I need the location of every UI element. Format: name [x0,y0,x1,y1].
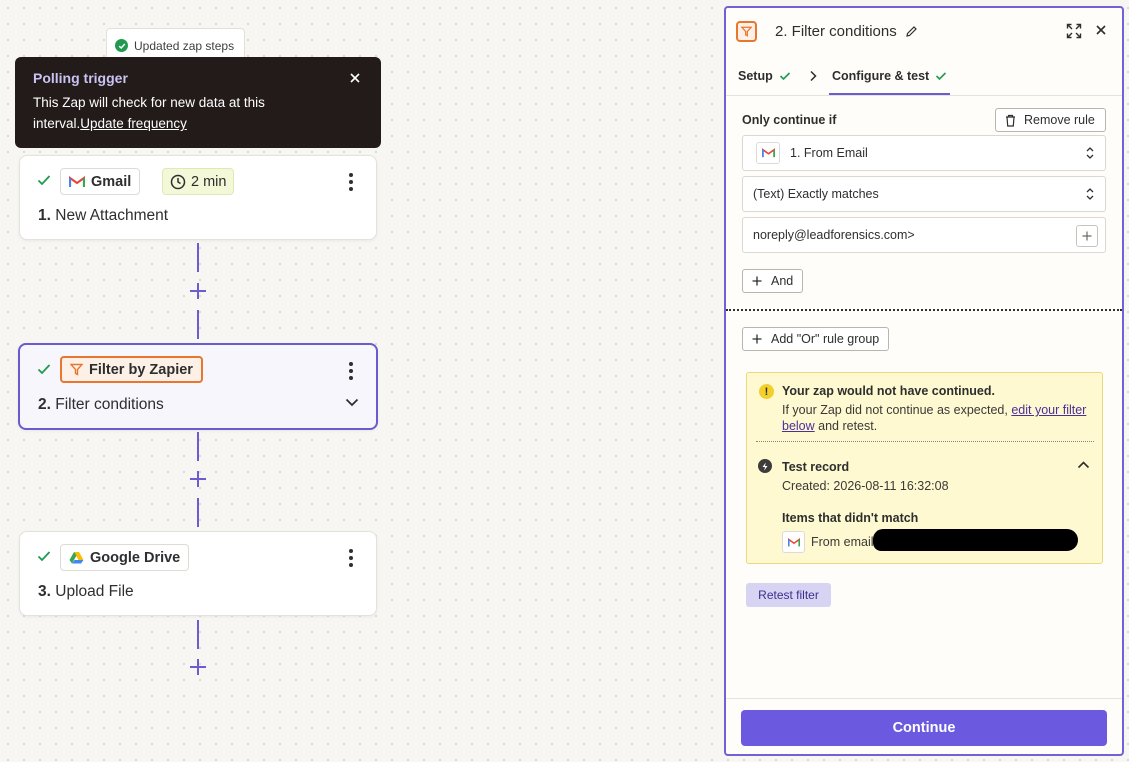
google-drive-app-chip: Google Drive [60,544,190,571]
plus-icon [1082,231,1092,241]
active-tab-indicator [829,93,950,95]
panel-header: 2. Filter conditions [726,8,1122,56]
filter-result-warning: ! Your zap would not have continued. If … [746,372,1103,564]
more-options-icon[interactable] [346,361,356,381]
gmail-app-chip: Gmail [60,168,141,195]
select-arrows-icon [1086,188,1094,200]
check-circle-icon [115,39,128,52]
lightning-icon [758,459,772,473]
test-record-title: Test record [782,460,850,474]
gmail-icon [69,175,85,187]
unmatched-item: From email [782,531,874,553]
polling-interval-chip[interactable]: 2 min [162,168,235,195]
close-icon[interactable] [1095,24,1107,36]
button-label: Add "Or" rule group [771,332,880,346]
warning-title: Your zap would not have continued. [782,384,995,398]
warning-text: If your Zap did not continue as expected… [782,403,1087,433]
pencil-icon[interactable] [905,25,918,38]
tab-configure-test[interactable]: Configure & test [832,56,947,96]
trash-icon [1006,114,1015,127]
remove-rule-button[interactable]: Remove rule [995,108,1106,132]
toast-text: Updated zap steps [134,38,235,53]
check-icon [936,72,947,81]
rule-field-value: 1. From Email [790,146,868,160]
add-or-rule-group-button[interactable]: Add "Or" rule group [742,327,890,351]
step-card-gmail[interactable]: Gmail 2 min 1. New Attachment [19,155,377,240]
gmail-icon-box [756,142,780,164]
gmail-icon [761,148,775,158]
footer-divider [726,698,1122,699]
divider [756,441,1094,442]
tooltip-body: This Zap will check for new data at this… [33,92,323,134]
filter-app-badge [736,21,757,42]
insert-data-button[interactable] [1076,225,1098,247]
gmail-icon [787,537,800,546]
redacted-value [873,529,1078,551]
interval-text: 2 min [191,173,227,190]
button-label: And [771,274,794,288]
gmail-icon-box [782,531,805,553]
select-arrows-icon [1086,147,1094,159]
google-drive-icon [69,552,84,564]
chevron-down-icon[interactable] [345,398,359,407]
tooltip-close-button[interactable] [346,69,364,87]
rule-value-input[interactable]: noreply@leadforensics.com> [742,217,1106,253]
unmatched-field-label: From email [811,535,874,549]
panel-tabs: Setup Configure & test [726,56,1122,96]
plus-icon [752,334,762,344]
app-name: Gmail [91,173,132,190]
app-name: Filter by Zapier [89,361,193,378]
close-icon [350,73,360,83]
rule-value-text: noreply@leadforensics.com> [753,228,915,242]
connector-line [197,432,199,461]
add-step-plus-icon[interactable] [188,657,208,677]
add-step-plus-icon[interactable] [188,469,208,489]
filter-icon [741,26,752,37]
retest-filter-button[interactable]: Retest filter [746,583,831,607]
nomatch-title: Items that didn't match [782,511,919,525]
connector-line [197,498,199,527]
tab-label: Setup [738,69,773,83]
more-options-icon[interactable] [346,548,356,568]
button-label: Remove rule [1024,113,1095,127]
polling-trigger-tooltip: Polling trigger This Zap will check for … [15,57,381,148]
more-options-icon[interactable] [346,172,356,192]
expand-icon[interactable] [1066,23,1082,39]
add-step-plus-icon[interactable] [188,281,208,301]
tooltip-title: Polling trigger [33,70,128,86]
or-separator [726,309,1122,311]
check-icon [37,364,51,375]
step-editor-panel: 2. Filter conditions Setup Configure & t… [724,6,1124,756]
filter-icon [70,363,83,376]
update-frequency-link[interactable]: Update frequency [80,116,187,131]
exclamation-icon: ! [759,384,774,399]
continue-button[interactable]: Continue [741,710,1107,746]
tab-label: Configure & test [832,69,930,83]
step-card-google-drive[interactable]: Google Drive 3. Upload File [19,531,377,616]
filter-app-chip: Filter by Zapier [60,356,203,383]
add-and-condition-button[interactable]: And [742,269,804,293]
test-record-created: Created: 2026-08-11 16:32:08 [782,479,949,493]
panel-title: 2. Filter conditions [775,23,897,40]
connector-line [197,310,199,339]
plus-icon [752,276,762,286]
step-title: 1. New Attachment [38,207,169,224]
tab-setup[interactable]: Setup [738,56,791,96]
connector-line [197,243,199,272]
clock-icon [170,174,186,189]
chevron-up-icon[interactable] [1077,461,1090,469]
rule-operator-select[interactable]: (Text) Exactly matches [742,176,1106,212]
rule-field-select[interactable]: 1. From Email [742,135,1106,171]
check-icon [37,551,51,562]
only-continue-label: Only continue if [742,113,837,127]
step-title: 2. Filter conditions [38,396,164,413]
check-icon [779,72,790,81]
chevron-right-icon [810,70,817,82]
app-name: Google Drive [90,549,181,566]
connector-line [197,620,199,649]
step-title: 3. Upload File [38,583,134,600]
check-icon [37,175,51,186]
step-card-filter[interactable]: Filter by Zapier 2. Filter conditions [18,343,378,430]
rule-operator-value: (Text) Exactly matches [753,187,879,201]
